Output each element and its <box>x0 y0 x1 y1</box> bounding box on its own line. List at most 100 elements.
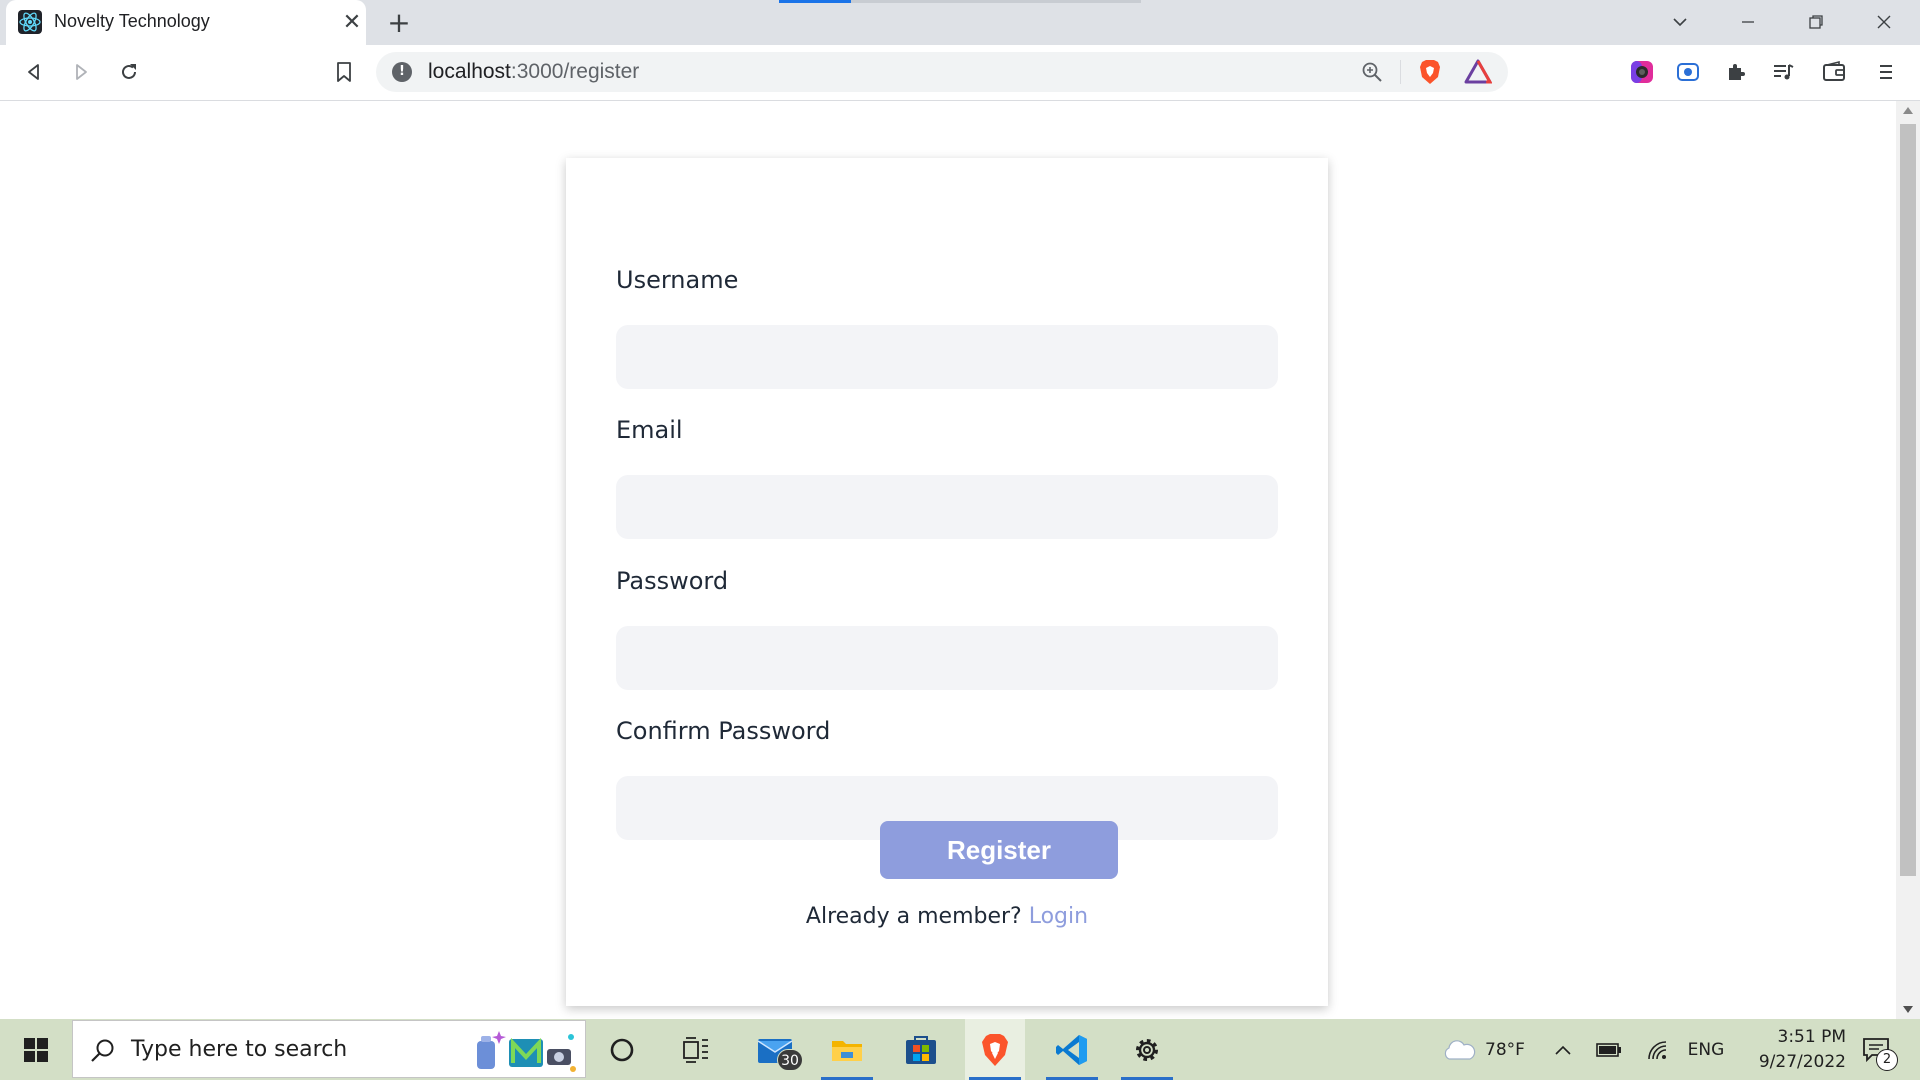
file-explorer-button[interactable] <box>817 1019 877 1080</box>
close-window-button[interactable] <box>1856 5 1912 39</box>
member-prompt-text: Already a member? <box>805 904 1029 929</box>
battery-icon <box>1596 1042 1621 1057</box>
bookmark-button[interactable] <box>326 54 362 90</box>
new-tab-button[interactable]: + <box>382 5 416 39</box>
search-icon <box>91 1039 114 1062</box>
battery-button[interactable] <box>1592 1019 1626 1080</box>
omnibox-separator <box>1400 60 1401 84</box>
forward-icon <box>76 64 87 80</box>
reload-icon <box>122 64 136 79</box>
wallet-button[interactable] <box>1816 54 1852 90</box>
browser-menu-button[interactable] <box>1868 54 1904 90</box>
action-center-button[interactable]: 2 <box>1852 1019 1900 1080</box>
extension-screen-button[interactable] <box>1670 54 1706 90</box>
puzzle-icon <box>1729 64 1745 80</box>
login-prompt: Already a member? Login <box>566 904 1328 929</box>
page-viewport: Username Email Password Confirm Password… <box>0 101 1896 1019</box>
site-info-icon[interactable]: ! <box>392 62 412 82</box>
restore-icon <box>1809 15 1823 29</box>
cloud-icon <box>1444 1039 1476 1060</box>
bookmark-icon <box>337 62 351 82</box>
language-indicator: ENG <box>1687 1039 1725 1060</box>
taskbar-clock[interactable]: 3:51 PM 9/27/2022 <box>1728 1025 1846 1075</box>
react-icon <box>18 10 42 34</box>
browser-tab[interactable]: Novelty Technology ✕ <box>6 0 366 45</box>
back-button[interactable] <box>16 54 52 90</box>
password-label: Password <box>616 567 729 595</box>
task-view-icon <box>683 1036 708 1063</box>
password-input[interactable] <box>616 626 1278 690</box>
zoom-icon[interactable] <box>1360 60 1384 84</box>
microsoft-store-button[interactable] <box>891 1019 951 1080</box>
back-icon <box>28 64 39 80</box>
windows-logo-icon <box>24 1037 48 1062</box>
login-link[interactable]: Login <box>1029 904 1088 929</box>
brave-rewards-icon[interactable] <box>1464 58 1492 86</box>
clock-time: 3:51 PM <box>1777 1027 1847 1047</box>
hamburger-menu-icon <box>1880 65 1892 79</box>
windows-taskbar: Type here to search 30 78°F ENG 3:51 PM … <box>0 1019 1920 1080</box>
mail-unread-badge: 30 <box>777 1049 803 1071</box>
store-icon <box>906 1035 936 1064</box>
restore-button[interactable] <box>1788 5 1844 39</box>
network-button[interactable] <box>1640 1019 1676 1080</box>
minimize-button[interactable] <box>1720 5 1776 39</box>
show-hidden-icons-button[interactable] <box>1546 1019 1580 1080</box>
tab-search-button[interactable] <box>1652 5 1708 39</box>
weather-widget[interactable]: 78°F <box>1428 1019 1538 1080</box>
settings-button[interactable] <box>1117 1019 1177 1080</box>
minimize-icon <box>1742 21 1754 23</box>
browser-tab-bar: Novelty Technology ✕ + <box>0 0 1920 45</box>
cortana-button[interactable] <box>592 1019 652 1080</box>
url-host: localhost <box>428 60 511 83</box>
scrollbar-thumb[interactable] <box>1900 124 1916 876</box>
browser-toolbar: ! localhost:3000/register <box>0 45 1920 101</box>
vscode-button[interactable] <box>1042 1019 1102 1080</box>
reload-button[interactable] <box>111 54 147 90</box>
extensions-button[interactable] <box>1718 54 1754 90</box>
task-view-button[interactable] <box>666 1019 726 1080</box>
weather-temperature: 78°F <box>1485 1039 1525 1060</box>
clock-date: 9/27/2022 <box>1758 1052 1846 1072</box>
cortana-circle-icon <box>610 1038 634 1061</box>
chevron-up-icon <box>1555 1045 1571 1055</box>
language-button[interactable]: ENG <box>1684 1019 1728 1080</box>
search-placeholder: Type here to search <box>131 1037 348 1062</box>
confirm-password-label: Confirm Password <box>616 717 831 745</box>
url-path: :3000/register <box>510 60 640 83</box>
start-button[interactable] <box>0 1019 72 1080</box>
wallet-icon <box>1823 60 1845 81</box>
email-input[interactable] <box>616 475 1278 539</box>
address-bar[interactable]: ! localhost:3000/register <box>376 52 1508 92</box>
forward-button[interactable] <box>63 54 99 90</box>
playlist-icon <box>1774 64 1794 80</box>
tab-close-icon[interactable]: ✕ <box>336 6 368 38</box>
username-input[interactable] <box>616 325 1278 389</box>
folder-icon <box>832 1040 862 1061</box>
brave-shields-icon[interactable] <box>1416 58 1444 86</box>
chevron-down-icon <box>1673 18 1687 27</box>
vscode-icon <box>1056 1034 1087 1065</box>
scroll-down-arrow-icon[interactable] <box>1903 1006 1913 1013</box>
brave-browser-button[interactable] <box>965 1019 1025 1080</box>
tab-title: Novelty Technology <box>54 11 210 31</box>
username-label: Username <box>616 266 739 294</box>
taskbar-search-box[interactable]: Type here to search <box>72 1020 586 1078</box>
page-scrollbar[interactable] <box>1896 101 1920 1019</box>
register-card: Username Email Password Confirm Password… <box>566 158 1328 1006</box>
brave-lion-icon <box>982 1033 1008 1066</box>
wifi-icon <box>1648 1040 1667 1059</box>
tab-strip-divider <box>851 0 1141 3</box>
colorful-extension-icon <box>1631 61 1653 83</box>
notification-count-badge: 2 <box>1876 1049 1898 1071</box>
close-icon <box>1877 15 1891 29</box>
scroll-up-arrow-icon[interactable] <box>1903 107 1913 114</box>
mail-app-button[interactable]: 30 <box>745 1019 805 1080</box>
url-text[interactable]: localhost:3000/register <box>428 60 639 84</box>
email-label: Email <box>616 416 683 444</box>
extension-colorful-button[interactable] <box>1624 54 1660 90</box>
screen-recorder-icon <box>1677 63 1699 81</box>
media-queue-button[interactable] <box>1765 54 1801 90</box>
search-highlight-icon <box>477 1031 576 1072</box>
register-button[interactable]: Register <box>880 821 1118 879</box>
